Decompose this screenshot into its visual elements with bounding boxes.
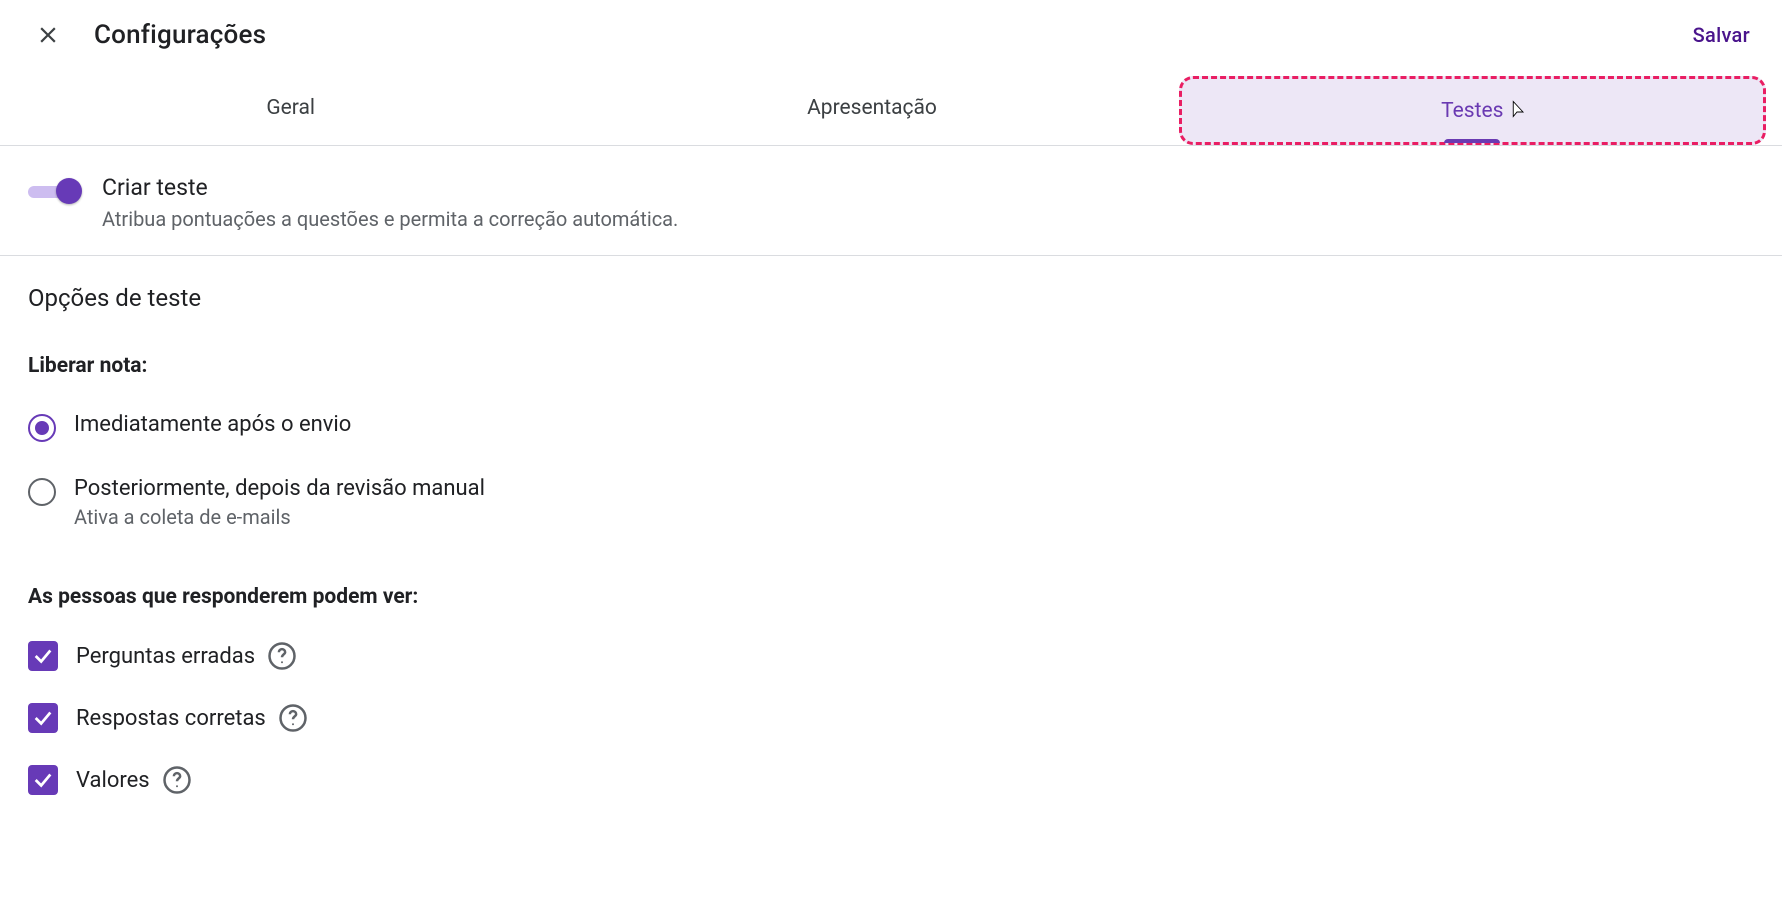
- quiz-toggle-subtitle: Atribua pontuações a questões e permita …: [102, 207, 678, 231]
- checkbox-missed[interactable]: [28, 641, 58, 671]
- check-row-points: Valores: [28, 765, 1754, 795]
- tab-label: Apresentação: [807, 96, 937, 120]
- radio-immediate[interactable]: [28, 414, 56, 442]
- close-icon: [35, 22, 61, 48]
- check-row-missed: Perguntas erradas: [28, 641, 1754, 671]
- quiz-toggle[interactable]: [28, 178, 80, 204]
- tabs: Geral Apresentação Testes: [0, 70, 1782, 146]
- radio-texts: Posteriormente, depois da revisão manual…: [74, 476, 485, 529]
- header: Configurações Salvar: [0, 0, 1782, 70]
- page-title: Configurações: [94, 20, 266, 50]
- respondent-see-label: As pessoas que responderem podem ver:: [28, 585, 1754, 609]
- toggle-thumb: [56, 178, 82, 204]
- help-icon[interactable]: [267, 641, 297, 671]
- tab-geral[interactable]: Geral: [0, 70, 581, 145]
- quiz-toggle-texts: Criar teste Atribua pontuações a questõe…: [102, 174, 678, 231]
- options-heading: Opções de teste: [28, 284, 1754, 312]
- radio-label: Imediatamente após o envio: [74, 412, 351, 437]
- check-row-correct: Respostas corretas: [28, 703, 1754, 733]
- checkbox-correct[interactable]: [28, 703, 58, 733]
- checkbox-points[interactable]: [28, 765, 58, 795]
- check-label: Perguntas erradas: [76, 644, 255, 669]
- quiz-options-section: Opções de teste Liberar nota: Imediatame…: [0, 256, 1782, 819]
- check-label: Respostas corretas: [76, 706, 266, 731]
- radio-subtitle: Ativa a coleta de e-mails: [74, 505, 485, 529]
- release-grade-label: Liberar nota:: [28, 354, 1754, 378]
- check-icon: [32, 707, 54, 729]
- help-icon[interactable]: [162, 765, 192, 795]
- tab-label: Geral: [266, 96, 315, 120]
- radio-row-immediate: Imediatamente após o envio: [28, 412, 1754, 442]
- cursor-icon: [1508, 100, 1526, 122]
- radio-label: Posteriormente, depois da revisão manual: [74, 476, 485, 501]
- tab-label: Testes: [1441, 99, 1503, 123]
- radio-texts: Imediatamente após o envio: [74, 412, 351, 437]
- help-icon[interactable]: [278, 703, 308, 733]
- check-label: Valores: [76, 768, 150, 793]
- quiz-toggle-section: Criar teste Atribua pontuações a questõe…: [0, 146, 1782, 256]
- tab-underline: [1444, 139, 1500, 143]
- quiz-toggle-row: Criar teste Atribua pontuações a questõe…: [28, 174, 1754, 231]
- tab-apresentacao[interactable]: Apresentação: [581, 70, 1162, 145]
- save-button[interactable]: Salvar: [1685, 15, 1758, 55]
- radio-later[interactable]: [28, 478, 56, 506]
- close-button[interactable]: [24, 11, 72, 59]
- check-icon: [32, 769, 54, 791]
- radio-row-later: Posteriormente, depois da revisão manual…: [28, 476, 1754, 529]
- tab-testes[interactable]: Testes: [1179, 76, 1766, 145]
- quiz-toggle-title: Criar teste: [102, 174, 678, 201]
- check-icon: [32, 645, 54, 667]
